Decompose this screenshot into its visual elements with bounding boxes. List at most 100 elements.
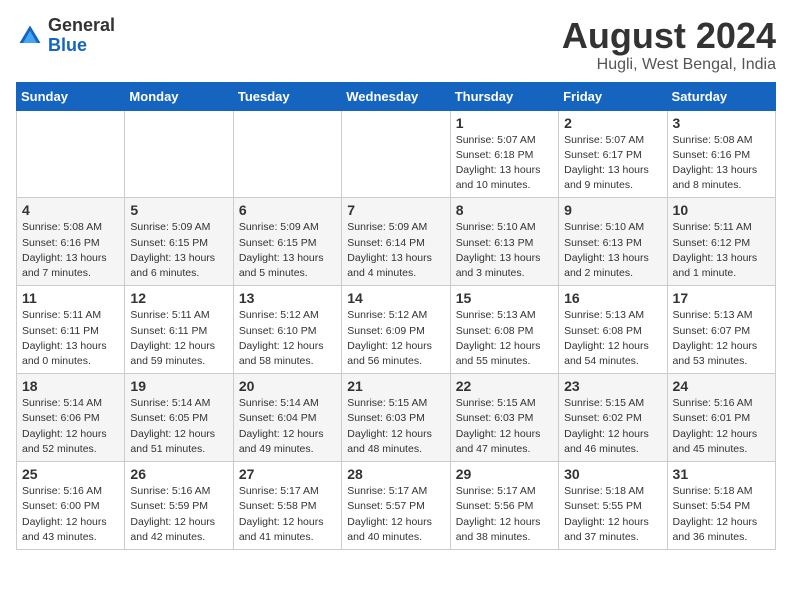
table-row: 14Sunrise: 5:12 AM Sunset: 6:09 PM Dayli…	[342, 286, 450, 374]
table-row: 28Sunrise: 5:17 AM Sunset: 5:57 PM Dayli…	[342, 462, 450, 550]
table-row: 16 Sunrise: 5:13 AM Sunset: 6:08 PM Dayli…	[559, 286, 667, 374]
week-row-5: 25 Sunrise: 5:16 AM Sunset: 6:00 PM Dayli…	[17, 462, 776, 550]
day-detail: Sunrise: 5:11 AM Sunset: 6:11 PM Dayligh…	[22, 308, 119, 369]
day-number: 19	[130, 378, 227, 394]
day-detail: Sunrise: 5:15 AM Sunset: 6:03 PM Dayligh…	[456, 396, 553, 457]
header-sunday: Sunday	[17, 82, 125, 110]
table-row: 30Sunrise: 5:18 AM Sunset: 5:55 PM Dayli…	[559, 462, 667, 550]
day-number: 11	[22, 290, 119, 306]
day-detail: Sunrise: 5:12 AM Sunset: 6:10 PM Dayligh…	[239, 308, 336, 369]
day-detail: Sunrise: 5:16 AM Sunset: 6:01 PM Dayligh…	[673, 396, 770, 457]
table-row: 6 Sunrise: 5:09 AM Sunset: 6:15 PM Daylig…	[233, 198, 341, 286]
logo-blue-text: Blue	[48, 35, 87, 55]
day-detail: Sunrise: 5:08 AM Sunset: 6:16 PM Dayligh…	[673, 133, 770, 194]
table-row: 4Sunrise: 5:08 AM Sunset: 6:16 PM Daylig…	[17, 198, 125, 286]
calendar-table: Sunday Monday Tuesday Wednesday Thursday…	[16, 82, 776, 550]
day-number: 23	[564, 378, 661, 394]
table-row: 9Sunrise: 5:10 AM Sunset: 6:13 PM Daylig…	[559, 198, 667, 286]
table-row: 17 Sunrise: 5:13 AM Sunset: 6:07 PM Dayli…	[667, 286, 775, 374]
day-detail: Sunrise: 5:10 AM Sunset: 6:13 PM Dayligh…	[564, 220, 661, 281]
location-subtitle: Hugli, West Bengal, India	[562, 56, 776, 74]
table-row: 26Sunrise: 5:16 AM Sunset: 5:59 PM Dayli…	[125, 462, 233, 550]
day-detail: Sunrise: 5:13 AM Sunset: 6:07 PM Dayligh…	[673, 308, 770, 369]
week-row-2: 4Sunrise: 5:08 AM Sunset: 6:16 PM Daylig…	[17, 198, 776, 286]
header-thursday: Thursday	[450, 82, 558, 110]
day-number: 8	[456, 202, 553, 218]
week-row-1: 1 Sunrise: 5:07 AM Sunset: 6:18 PM Daylig…	[17, 110, 776, 198]
table-row: 22 Sunrise: 5:15 AM Sunset: 6:03 PM Dayli…	[450, 374, 558, 462]
table-row: 11 Sunrise: 5:11 AM Sunset: 6:11 PM Dayli…	[17, 286, 125, 374]
day-detail: Sunrise: 5:14 AM Sunset: 6:04 PM Dayligh…	[239, 396, 336, 457]
logo-general-text: General	[48, 15, 115, 35]
table-row	[342, 110, 450, 198]
day-detail: Sunrise: 5:11 AM Sunset: 6:11 PM Dayligh…	[130, 308, 227, 369]
day-number: 25	[22, 466, 119, 482]
table-row	[125, 110, 233, 198]
day-detail: Sunrise: 5:09 AM Sunset: 6:15 PM Dayligh…	[239, 220, 336, 281]
table-row: 7 Sunrise: 5:09 AM Sunset: 6:14 PM Daylig…	[342, 198, 450, 286]
table-row: 27 Sunrise: 5:17 AM Sunset: 5:58 PM Dayli…	[233, 462, 341, 550]
table-row: 5 Sunrise: 5:09 AM Sunset: 6:15 PM Daylig…	[125, 198, 233, 286]
table-row: 15Sunrise: 5:13 AM Sunset: 6:08 PM Dayli…	[450, 286, 558, 374]
day-number: 27	[239, 466, 336, 482]
day-detail: Sunrise: 5:17 AM Sunset: 5:56 PM Dayligh…	[456, 484, 553, 545]
day-number: 31	[673, 466, 770, 482]
table-row: 8Sunrise: 5:10 AM Sunset: 6:13 PM Daylig…	[450, 198, 558, 286]
day-detail: Sunrise: 5:15 AM Sunset: 6:02 PM Dayligh…	[564, 396, 661, 457]
day-detail: Sunrise: 5:17 AM Sunset: 5:58 PM Dayligh…	[239, 484, 336, 545]
table-row: 29Sunrise: 5:17 AM Sunset: 5:56 PM Dayli…	[450, 462, 558, 550]
week-row-3: 11 Sunrise: 5:11 AM Sunset: 6:11 PM Dayli…	[17, 286, 776, 374]
table-row: 24Sunrise: 5:16 AM Sunset: 6:01 PM Dayli…	[667, 374, 775, 462]
table-row: 20Sunrise: 5:14 AM Sunset: 6:04 PM Dayli…	[233, 374, 341, 462]
header-wednesday: Wednesday	[342, 82, 450, 110]
day-number: 21	[347, 378, 444, 394]
table-row: 21Sunrise: 5:15 AM Sunset: 6:03 PM Dayli…	[342, 374, 450, 462]
table-row: 25 Sunrise: 5:16 AM Sunset: 6:00 PM Dayli…	[17, 462, 125, 550]
table-row: 19Sunrise: 5:14 AM Sunset: 6:05 PM Dayli…	[125, 374, 233, 462]
table-row: 23 Sunrise: 5:15 AM Sunset: 6:02 PM Dayli…	[559, 374, 667, 462]
logo-icon	[16, 22, 44, 50]
table-row: 12Sunrise: 5:11 AM Sunset: 6:11 PM Dayli…	[125, 286, 233, 374]
day-number: 6	[239, 202, 336, 218]
week-row-4: 18 Sunrise: 5:14 AM Sunset: 6:06 PM Dayli…	[17, 374, 776, 462]
header-friday: Friday	[559, 82, 667, 110]
day-detail: Sunrise: 5:09 AM Sunset: 6:14 PM Dayligh…	[347, 220, 444, 281]
table-row: 1 Sunrise: 5:07 AM Sunset: 6:18 PM Daylig…	[450, 110, 558, 198]
table-row	[17, 110, 125, 198]
day-number: 14	[347, 290, 444, 306]
day-number: 26	[130, 466, 227, 482]
day-number: 18	[22, 378, 119, 394]
day-number: 10	[673, 202, 770, 218]
day-detail: Sunrise: 5:11 AM Sunset: 6:12 PM Dayligh…	[673, 220, 770, 281]
day-number: 13	[239, 290, 336, 306]
day-detail: Sunrise: 5:09 AM Sunset: 6:15 PM Dayligh…	[130, 220, 227, 281]
table-row: 18 Sunrise: 5:14 AM Sunset: 6:06 PM Dayli…	[17, 374, 125, 462]
day-number: 2	[564, 115, 661, 131]
title-block: August 2024 Hugli, West Bengal, India	[562, 16, 776, 74]
day-number: 15	[456, 290, 553, 306]
day-number: 5	[130, 202, 227, 218]
day-detail: Sunrise: 5:07 AM Sunset: 6:17 PM Dayligh…	[564, 133, 661, 194]
day-number: 7	[347, 202, 444, 218]
table-row: 10 Sunrise: 5:11 AM Sunset: 6:12 PM Dayli…	[667, 198, 775, 286]
day-number: 3	[673, 115, 770, 131]
day-detail: Sunrise: 5:13 AM Sunset: 6:08 PM Dayligh…	[564, 308, 661, 369]
weekday-header-row: Sunday Monday Tuesday Wednesday Thursday…	[17, 82, 776, 110]
page-header: General Blue August 2024 Hugli, West Ben…	[16, 16, 776, 74]
day-number: 17	[673, 290, 770, 306]
day-detail: Sunrise: 5:16 AM Sunset: 6:00 PM Dayligh…	[22, 484, 119, 545]
day-detail: Sunrise: 5:18 AM Sunset: 5:55 PM Dayligh…	[564, 484, 661, 545]
day-detail: Sunrise: 5:07 AM Sunset: 6:18 PM Dayligh…	[456, 133, 553, 194]
header-monday: Monday	[125, 82, 233, 110]
table-row	[233, 110, 341, 198]
day-number: 1	[456, 115, 553, 131]
table-row: 31Sunrise: 5:18 AM Sunset: 5:54 PM Dayli…	[667, 462, 775, 550]
table-row: 13 Sunrise: 5:12 AM Sunset: 6:10 PM Dayli…	[233, 286, 341, 374]
day-number: 22	[456, 378, 553, 394]
table-row: 2 Sunrise: 5:07 AM Sunset: 6:17 PM Daylig…	[559, 110, 667, 198]
header-tuesday: Tuesday	[233, 82, 341, 110]
day-detail: Sunrise: 5:14 AM Sunset: 6:06 PM Dayligh…	[22, 396, 119, 457]
day-detail: Sunrise: 5:17 AM Sunset: 5:57 PM Dayligh…	[347, 484, 444, 545]
day-number: 16	[564, 290, 661, 306]
month-year-title: August 2024	[562, 16, 776, 56]
